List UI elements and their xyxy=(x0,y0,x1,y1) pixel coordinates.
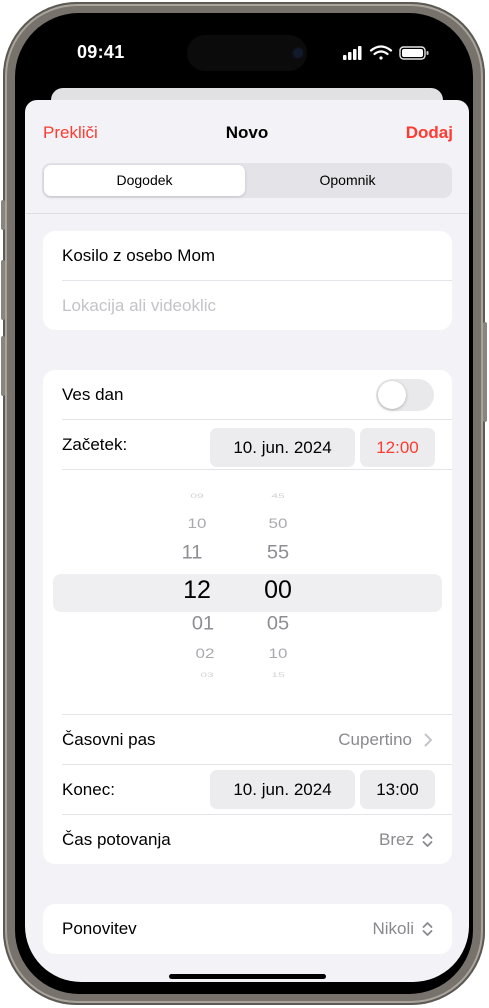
travel-time-label: Čas potovanja xyxy=(62,830,171,849)
hour-option[interactable]: 02 xyxy=(175,646,235,662)
hour-option[interactable]: 10 xyxy=(167,516,227,532)
minute-option[interactable]: 15 xyxy=(248,671,308,679)
event-title-value: Kosilo z osebo Mom xyxy=(62,246,216,265)
start-date-button[interactable]: 10. jun. 2024 xyxy=(210,428,355,467)
screen: 09:41 Novo Prekliči Dodaj Dogodek Opomni… xyxy=(25,22,469,982)
repeat-row[interactable]: Ponovitev Nikoli xyxy=(43,904,452,954)
wifi-icon xyxy=(369,45,393,60)
battery-icon xyxy=(399,46,429,60)
start-label: Začetek: xyxy=(62,435,128,454)
action-button xyxy=(1,200,5,230)
cellular-signal-icon xyxy=(343,46,362,60)
hour-option[interactable]: 03 xyxy=(177,671,237,679)
new-event-sheet: Novo Prekliči Dodaj Dogodek Opomnik Kosi… xyxy=(25,100,469,982)
chevron-up-down-icon xyxy=(422,833,433,847)
minute-option[interactable]: 50 xyxy=(248,516,308,532)
all-day-label: Ves dan xyxy=(62,385,124,404)
repeat-value: Nikoli xyxy=(372,919,414,938)
camera-icon xyxy=(293,48,303,58)
toggle-knob xyxy=(378,381,406,409)
segment-reminder[interactable]: Opomnik xyxy=(247,165,448,196)
end-row: Konec: 10. jun. 2024 13:00 xyxy=(43,765,452,815)
end-label: Konec: xyxy=(62,780,115,799)
timezone-value: Cupertino xyxy=(338,730,412,749)
title-location-card: Kosilo z osebo Mom Lokacija ali videokli… xyxy=(43,231,452,330)
minute-option[interactable]: 55 xyxy=(248,543,308,565)
timezone-row[interactable]: Časovni pas Cupertino xyxy=(43,715,452,765)
home-indicator[interactable] xyxy=(169,974,326,979)
start-time-button[interactable]: 12:00 xyxy=(360,428,435,467)
volume-up-button xyxy=(1,260,5,320)
minute-option[interactable]: 05 xyxy=(248,614,308,636)
type-segmented-control: Dogodek Opomnik xyxy=(42,163,452,198)
power-button xyxy=(483,322,487,422)
time-picker-wheel[interactable]: 09 10 11 12 01 02 03 45 50 55 00 05 10 1… xyxy=(43,469,452,714)
travel-time-row[interactable]: Čas potovanja Brez xyxy=(43,815,452,864)
end-date-button[interactable]: 10. jun. 2024 xyxy=(210,770,355,809)
header-divider xyxy=(25,213,469,214)
end-time-button[interactable]: 13:00 xyxy=(360,770,435,809)
timezone-label: Časovni pas xyxy=(62,730,156,749)
segment-event[interactable]: Dogodek xyxy=(44,165,245,196)
hour-selected[interactable]: 12 xyxy=(167,576,227,605)
hour-option[interactable]: 11 xyxy=(162,543,222,565)
cancel-button[interactable]: Prekliči xyxy=(43,122,98,144)
minute-selected[interactable]: 00 xyxy=(248,576,308,605)
status-icons xyxy=(343,45,429,60)
hour-option[interactable]: 01 xyxy=(173,614,233,636)
event-title-field[interactable]: Kosilo z osebo Mom xyxy=(43,231,452,281)
minute-option[interactable]: 45 xyxy=(248,492,308,500)
location-placeholder: Lokacija ali videoklic xyxy=(62,296,217,315)
hour-option[interactable]: 09 xyxy=(167,492,227,500)
phone-frame: 09:41 Novo Prekliči Dodaj Dogodek Opomni… xyxy=(1,2,487,1005)
repeat-label: Ponovitev xyxy=(62,919,137,938)
chevron-right-icon xyxy=(424,733,432,747)
chevron-up-down-icon xyxy=(422,922,433,936)
minute-option[interactable]: 10 xyxy=(248,646,308,662)
all-day-row: Ves dan xyxy=(43,370,452,420)
all-day-toggle[interactable] xyxy=(376,379,434,411)
location-field[interactable]: Lokacija ali videoklic xyxy=(43,281,452,330)
dynamic-island xyxy=(187,35,307,71)
repeat-card: Ponovitev Nikoli xyxy=(43,904,452,954)
travel-time-value: Brez xyxy=(379,830,414,849)
status-time: 09:41 xyxy=(77,42,125,62)
date-time-card: Ves dan Začetek: 10. jun. 2024 12:00 09 … xyxy=(43,370,452,864)
add-button[interactable]: Dodaj xyxy=(406,122,453,144)
start-row: Začetek: 10. jun. 2024 12:00 xyxy=(43,420,452,470)
volume-down-button xyxy=(1,336,5,396)
